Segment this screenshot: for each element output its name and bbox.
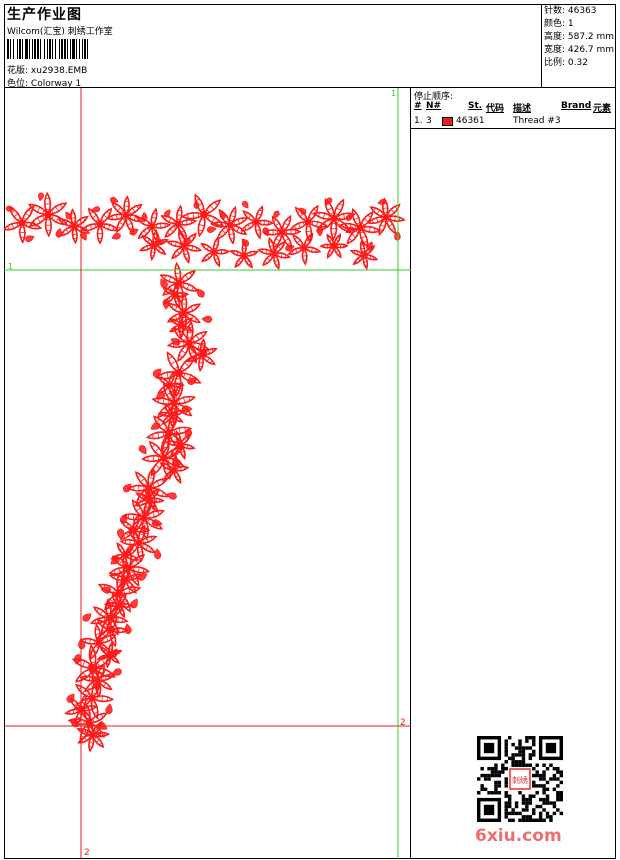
leaf-motif (154, 548, 162, 560)
col-brand: Brand (561, 101, 592, 111)
table-header: # N# St. 代码 描述 Brand 元素 (411, 101, 616, 114)
row-desc: Thread #3 (513, 116, 561, 126)
leaf-motif (241, 200, 249, 209)
guide-label-right-green: 1 (391, 89, 396, 98)
leaf-motif (155, 391, 165, 400)
col-element: 元素 (593, 104, 612, 114)
thread-color-swatch (442, 117, 453, 126)
studio-name: Wilcom(汇宝) 刺绣工作室 (7, 27, 113, 37)
leaf-motif (181, 405, 193, 413)
row-n: 3 (426, 116, 432, 126)
leaf-motif (201, 315, 213, 323)
col-n: N# (426, 101, 442, 111)
col-num: # (414, 101, 422, 111)
stop-sequence-panel: 停止顺序: # N# St. 代码 描述 Brand 元素 1. 3 46361… (411, 88, 616, 859)
leaf-motif (151, 519, 163, 527)
leaf-motif (187, 377, 198, 385)
barcode (7, 39, 137, 59)
leaf-motif (129, 228, 139, 236)
leaf-motif (119, 513, 128, 524)
design-label: 花版: (7, 66, 29, 76)
col-desc: 描述 (513, 104, 532, 114)
flower-motif (366, 197, 406, 236)
leaf-motif (91, 206, 101, 213)
leaf-motif (170, 338, 181, 346)
leaf-motif (5, 205, 15, 212)
leaf-motif (299, 207, 307, 215)
leaf-motif (345, 213, 353, 221)
qr-code-graphic: 刺绣 (477, 736, 563, 822)
flower-motif (180, 193, 225, 238)
stat-scale: 比例: 0.32 (544, 58, 588, 68)
flower-motif (27, 191, 69, 238)
leaf-motif (138, 445, 147, 455)
flower-motif (287, 232, 322, 266)
leaf-motif (78, 638, 86, 650)
leaf-motif (193, 199, 200, 209)
leaf-motif (130, 598, 138, 609)
leaf-motif (273, 210, 280, 219)
header-info: 生产作业图 Wilcom(汇宝) 刺绣工作室 花版: xu2938.EMB 色位… (4, 4, 541, 89)
leaf-motif (111, 668, 122, 676)
header: 生产作业图 Wilcom(汇宝) 刺绣工作室 花版: xu2938.EMB 色位… (4, 4, 616, 89)
leaf-motif (141, 211, 148, 221)
flower-motif (200, 236, 231, 268)
stat-height: 高度: 587.2 mm (544, 32, 615, 42)
leaf-motif (196, 288, 205, 298)
row-code: 46361 (456, 116, 485, 126)
stat-colors: 颜色: 1 (544, 19, 574, 29)
design-canvas: 1 1 2 2 (4, 88, 411, 859)
leaf-motif (38, 192, 44, 202)
embroidery-preview: 1 1 2 2 (4, 88, 411, 859)
embroidery-design (4, 191, 406, 753)
leaf-motif (66, 693, 75, 703)
leaf-motif (164, 209, 171, 218)
leaf-motif (184, 428, 193, 440)
design-value: xu2938.EMB (30, 66, 88, 76)
leaf-motif (123, 483, 132, 493)
row-divider (411, 128, 616, 129)
stamp-text: 刺绣 (512, 775, 528, 785)
leaf-motif (25, 235, 35, 243)
leaf-motif (377, 198, 387, 205)
leaf-motif (325, 197, 333, 205)
leaf-motif (219, 210, 226, 220)
table-row: 1. 3 46361 Thread #3 (411, 115, 616, 128)
leaf-motif (100, 586, 112, 594)
flower-motif (229, 240, 260, 269)
watermark-logo: 6xiu.com (475, 826, 562, 846)
leaf-motif (166, 492, 177, 500)
flower-motif (338, 207, 382, 248)
design-file: 花版: xu2938.EMB (7, 63, 87, 76)
guide-label-left-red: 2 (84, 848, 90, 858)
leaf-motif (74, 654, 82, 665)
stats-panel: 针数: 46363 颜色: 1 高度: 587.2 mm 宽度: 426.7 m… (541, 4, 616, 88)
qr-code: 刺绣 (477, 736, 563, 822)
guide-label-top-green: 1 (8, 262, 13, 271)
leaf-motif (82, 613, 92, 622)
flower-motif (165, 228, 203, 264)
col-code: 代码 (486, 104, 505, 114)
page-title: 生产作业图 (7, 7, 82, 23)
leaf-motif (172, 458, 183, 466)
guide-label-bottom-red: 2 (400, 718, 406, 728)
leaf-motif (111, 232, 121, 240)
row-index: 1. (414, 116, 423, 126)
col-st: St. (468, 101, 483, 111)
leaf-motif (206, 226, 217, 233)
flower-motif (349, 240, 379, 271)
leaf-motif (109, 196, 119, 203)
stat-stitches: 针数: 46363 (544, 6, 597, 16)
leaf-motif (162, 298, 170, 310)
stat-width: 宽度: 426.7 mm (544, 45, 615, 55)
leaf-motif (150, 422, 161, 430)
leaf-motif (105, 703, 113, 715)
leaf-motif (124, 623, 132, 635)
leaf-motif (137, 573, 148, 581)
